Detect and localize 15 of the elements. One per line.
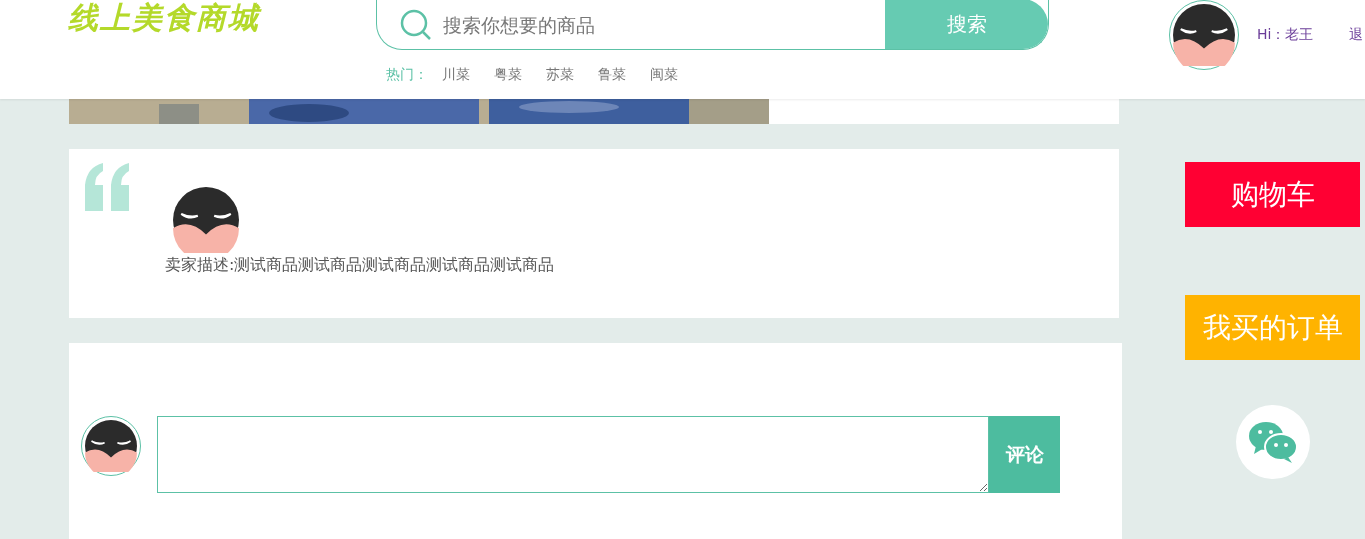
avatar-icon [1173,4,1235,66]
seller-description: 卖家描述:测试商品测试商品测试商品测试商品测试商品 [165,255,555,276]
user-greeting: Hi：老王 [1257,26,1314,44]
hot-category-link[interactable]: 粤菜 [494,66,522,84]
side-button[interactable]: 购物车 [1185,162,1360,227]
avatar-icon [173,187,239,253]
logout-link[interactable]: 退 [1349,26,1364,44]
hot-category-link[interactable]: 川菜 [442,66,470,84]
hot-label: 热门： [386,66,428,84]
chat-bubbles-icon [1247,420,1298,464]
hot-category-link[interactable]: 闽菜 [650,66,678,84]
hot-category-link[interactable]: 鲁菜 [598,66,626,84]
hot-category-link[interactable]: 苏菜 [546,66,574,84]
search-icon [399,7,433,42]
comment-input[interactable] [157,416,989,493]
